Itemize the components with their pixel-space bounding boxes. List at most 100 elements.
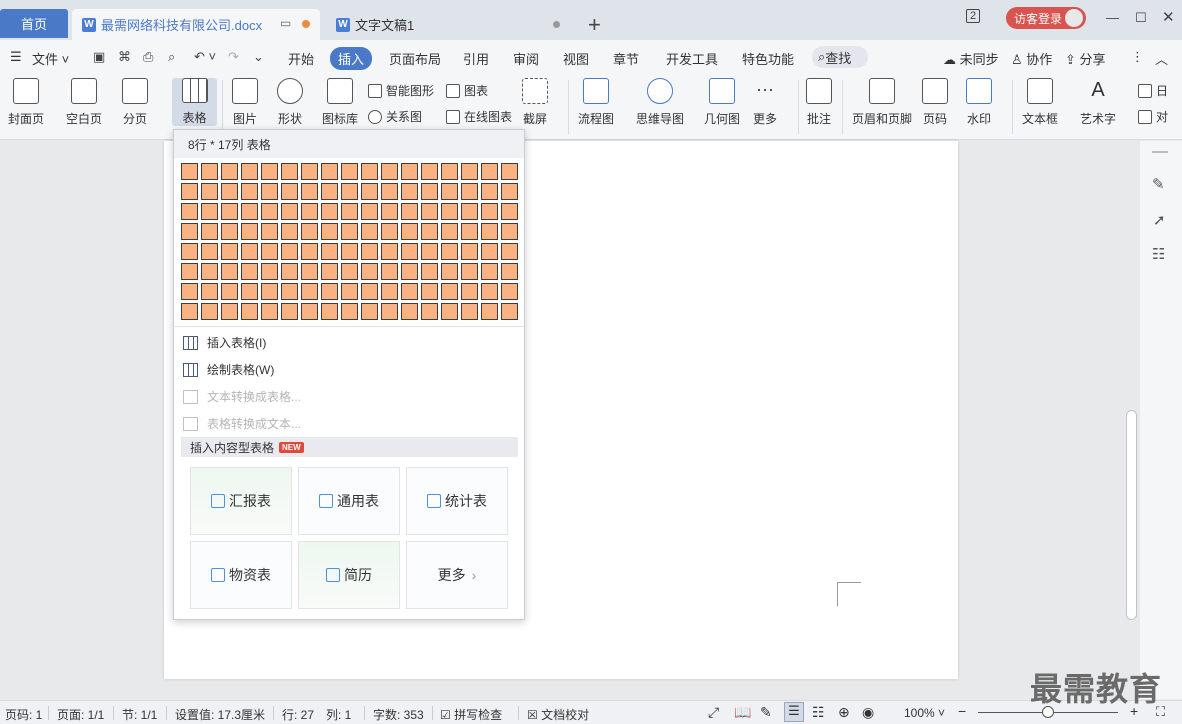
- table-grid-cell[interactable]: [201, 303, 218, 320]
- table-grid-cell[interactable]: [181, 203, 198, 220]
- table-grid-cell[interactable]: [441, 263, 458, 280]
- table-grid-cell[interactable]: [181, 183, 198, 200]
- wordart-button[interactable]: A 艺术字: [1080, 78, 1116, 127]
- table-grid-cell[interactable]: [221, 303, 238, 320]
- table-grid-cell[interactable]: [221, 283, 238, 300]
- more-button[interactable]: ··· 更多: [752, 78, 778, 127]
- table-grid-cell[interactable]: [401, 203, 418, 220]
- table-grid-cell[interactable]: [201, 263, 218, 280]
- date-button[interactable]: 日: [1138, 82, 1168, 99]
- table-grid-cell[interactable]: [341, 283, 358, 300]
- table-grid-cell[interactable]: [421, 183, 438, 200]
- table-grid-cell[interactable]: [301, 263, 318, 280]
- table-grid-cell[interactable]: [361, 283, 378, 300]
- draw-table-item[interactable]: 绘制表格(W): [183, 361, 274, 378]
- print-icon[interactable]: ⎙: [143, 49, 153, 65]
- zoom-level-select[interactable]: 100% ˅: [904, 706, 945, 720]
- new-tab-button[interactable]: +: [588, 12, 601, 38]
- geometry-button[interactable]: 几何图: [704, 78, 740, 127]
- smart-art-button[interactable]: 智能图形: [368, 82, 434, 99]
- table-grid-cell[interactable]: [401, 223, 418, 240]
- table-grid-cell[interactable]: [301, 243, 318, 260]
- table-grid-cell[interactable]: [381, 183, 398, 200]
- menu-tab-references[interactable]: 引用: [463, 49, 489, 68]
- table-grid-cell[interactable]: [401, 263, 418, 280]
- collapse-ribbon-icon[interactable]: ︿: [1155, 49, 1168, 68]
- table-grid-cell[interactable]: [221, 263, 238, 280]
- table-grid-cell[interactable]: [321, 163, 338, 180]
- hamburger-icon[interactable]: ☰: [10, 49, 22, 65]
- web-view-icon[interactable]: ⊕: [838, 704, 850, 721]
- picture-button[interactable]: 图片: [232, 78, 258, 127]
- table-grid-cell[interactable]: [501, 223, 518, 240]
- table-grid-cell[interactable]: [481, 283, 498, 300]
- table-grid-cell[interactable]: [481, 163, 498, 180]
- table-grid-cell[interactable]: [281, 243, 298, 260]
- table-grid-cell[interactable]: [221, 203, 238, 220]
- table-grid-cell[interactable]: [361, 243, 378, 260]
- table-grid-cell[interactable]: [201, 283, 218, 300]
- table-grid-cell[interactable]: [401, 243, 418, 260]
- monitor-icon[interactable]: ▭: [280, 16, 291, 30]
- table-grid-cell[interactable]: [261, 283, 278, 300]
- table-grid-cell[interactable]: [441, 283, 458, 300]
- collab-button[interactable]: ♙ 协作: [1011, 49, 1052, 68]
- table-grid-cell[interactable]: [361, 163, 378, 180]
- sync-status[interactable]: ☁ 未同步: [943, 49, 999, 68]
- table-grid-cell[interactable]: [241, 163, 258, 180]
- table-grid-cell[interactable]: [241, 243, 258, 260]
- icon-library-button[interactable]: 图标库: [322, 78, 358, 127]
- table-grid-cell[interactable]: [321, 263, 338, 280]
- table-grid-cell[interactable]: [341, 303, 358, 320]
- close-icon[interactable]: ✕: [1162, 8, 1175, 26]
- quick-access-more-icon[interactable]: ⌄: [253, 49, 264, 65]
- textbox-button[interactable]: 文本框: [1022, 78, 1058, 127]
- file-menu[interactable]: 文件 ˅: [32, 49, 69, 68]
- table-grid-cell[interactable]: [301, 183, 318, 200]
- pen-icon[interactable]: ✎: [1152, 175, 1165, 193]
- table-grid-cell[interactable]: [461, 263, 478, 280]
- table-grid-cell[interactable]: [341, 203, 358, 220]
- proofread-button[interactable]: ☒ 文档校对: [527, 706, 589, 723]
- table-grid-cell[interactable]: [301, 223, 318, 240]
- table-size-grid[interactable]: [181, 163, 518, 320]
- undo-icon[interactable]: ↶ ˅: [194, 49, 216, 65]
- table-grid-cell[interactable]: [281, 263, 298, 280]
- table-grid-cell[interactable]: [281, 283, 298, 300]
- mindmap-button[interactable]: 思维导图: [636, 78, 684, 127]
- more-options-icon[interactable]: ⋮: [1131, 49, 1144, 65]
- cover-page-button[interactable]: 封面页: [8, 78, 44, 127]
- table-grid-cell[interactable]: [501, 283, 518, 300]
- table-grid-cell[interactable]: [301, 163, 318, 180]
- table-grid-cell[interactable]: [281, 303, 298, 320]
- table-grid-cell[interactable]: [221, 163, 238, 180]
- table-grid-cell[interactable]: [341, 243, 358, 260]
- table-grid-cell[interactable]: [421, 303, 438, 320]
- table-grid-cell[interactable]: [441, 303, 458, 320]
- table-grid-cell[interactable]: [381, 303, 398, 320]
- table-grid-cell[interactable]: [301, 203, 318, 220]
- table-grid-cell[interactable]: [301, 283, 318, 300]
- home-tab[interactable]: 首页: [0, 9, 68, 38]
- table-grid-cell[interactable]: [441, 203, 458, 220]
- table-grid-cell[interactable]: [401, 163, 418, 180]
- table-grid-cell[interactable]: [321, 223, 338, 240]
- table-grid-cell[interactable]: [481, 203, 498, 220]
- table-grid-cell[interactable]: [381, 163, 398, 180]
- table-grid-cell[interactable]: [301, 303, 318, 320]
- table-grid-cell[interactable]: [481, 263, 498, 280]
- table-grid-cell[interactable]: [321, 183, 338, 200]
- table-grid-cell[interactable]: [261, 243, 278, 260]
- online-chart-button[interactable]: 在线图表: [446, 108, 512, 125]
- header-footer-button[interactable]: 页眉和页脚: [852, 78, 912, 127]
- resume-card[interactable]: 简历: [298, 541, 400, 609]
- menu-tab-start[interactable]: 开始: [288, 49, 314, 68]
- menu-tab-chapter[interactable]: 章节: [613, 49, 639, 68]
- table-grid-cell[interactable]: [461, 163, 478, 180]
- table-grid-cell[interactable]: [381, 243, 398, 260]
- menu-tab-insert[interactable]: 插入: [330, 47, 373, 70]
- table-grid-cell[interactable]: [241, 223, 258, 240]
- settings-sliders-icon[interactable]: ☷: [1152, 245, 1165, 263]
- menu-tab-layout[interactable]: 页面布局: [389, 49, 441, 68]
- materials-table-card[interactable]: 物资表: [190, 541, 292, 609]
